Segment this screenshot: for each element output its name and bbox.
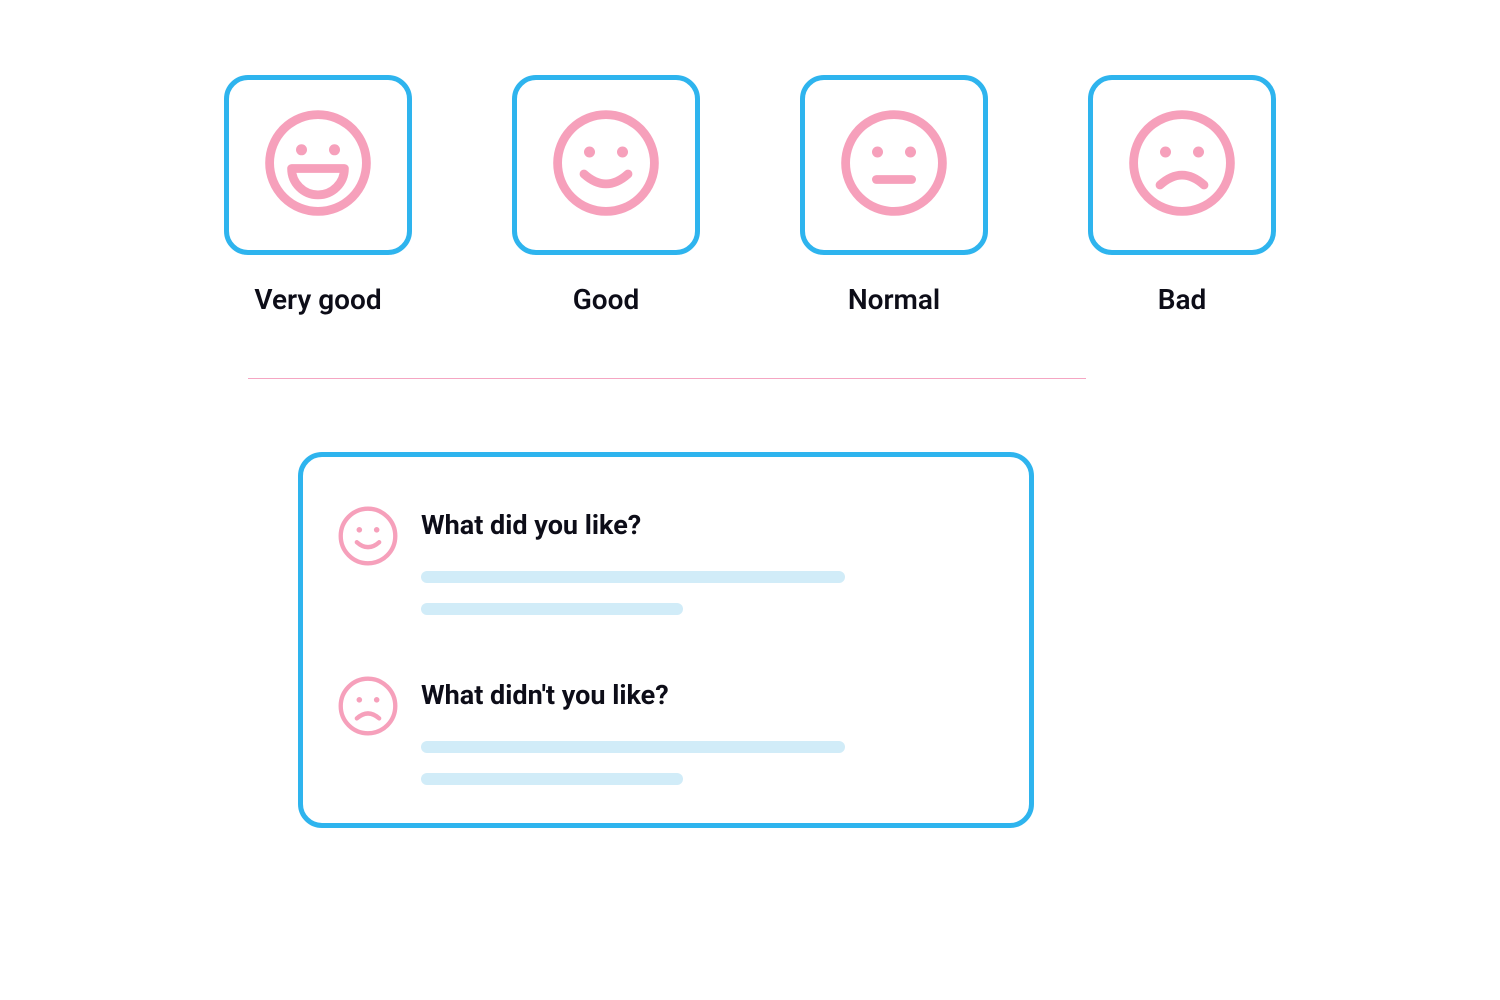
face-bad-small-icon <box>337 675 399 737</box>
rating-label-very-good: Very good <box>254 283 381 316</box>
rating-button-very-good[interactable] <box>224 75 412 255</box>
face-bad-icon <box>1127 108 1237 222</box>
feedback-dislike-input-line-2[interactable] <box>421 773 683 785</box>
feedback-like-input-line-1[interactable] <box>421 571 845 583</box>
feedback-like-body: What did you like? <box>421 505 995 615</box>
face-normal-icon <box>839 108 949 222</box>
feedback-dislike-title: What didn't you like? <box>421 679 995 711</box>
rating-item-good: Good <box>512 75 700 316</box>
face-good-icon <box>551 108 661 222</box>
rating-options-row: Very good Good <box>0 75 1500 316</box>
rating-item-normal: Normal <box>800 75 988 316</box>
feedback-dislike-section: What didn't you like? <box>337 675 995 785</box>
rating-label-good: Good <box>573 283 640 316</box>
rating-button-normal[interactable] <box>800 75 988 255</box>
rating-label-normal: Normal <box>848 283 940 316</box>
rating-button-good[interactable] <box>512 75 700 255</box>
feedback-like-section: What did you like? <box>337 505 995 615</box>
rating-item-bad: Bad <box>1088 75 1276 316</box>
rating-button-bad[interactable] <box>1088 75 1276 255</box>
feedback-card: What did you like? What didn't you like? <box>298 452 1034 828</box>
section-divider <box>248 378 1086 379</box>
face-very-good-icon <box>263 108 373 222</box>
feedback-like-title: What did you like? <box>421 509 995 541</box>
rating-item-very-good: Very good <box>224 75 412 316</box>
rating-label-bad: Bad <box>1158 283 1207 316</box>
feedback-dislike-body: What didn't you like? <box>421 675 995 785</box>
face-good-small-icon <box>337 505 399 567</box>
feedback-dislike-input-line-1[interactable] <box>421 741 845 753</box>
feedback-like-input-line-2[interactable] <box>421 603 683 615</box>
